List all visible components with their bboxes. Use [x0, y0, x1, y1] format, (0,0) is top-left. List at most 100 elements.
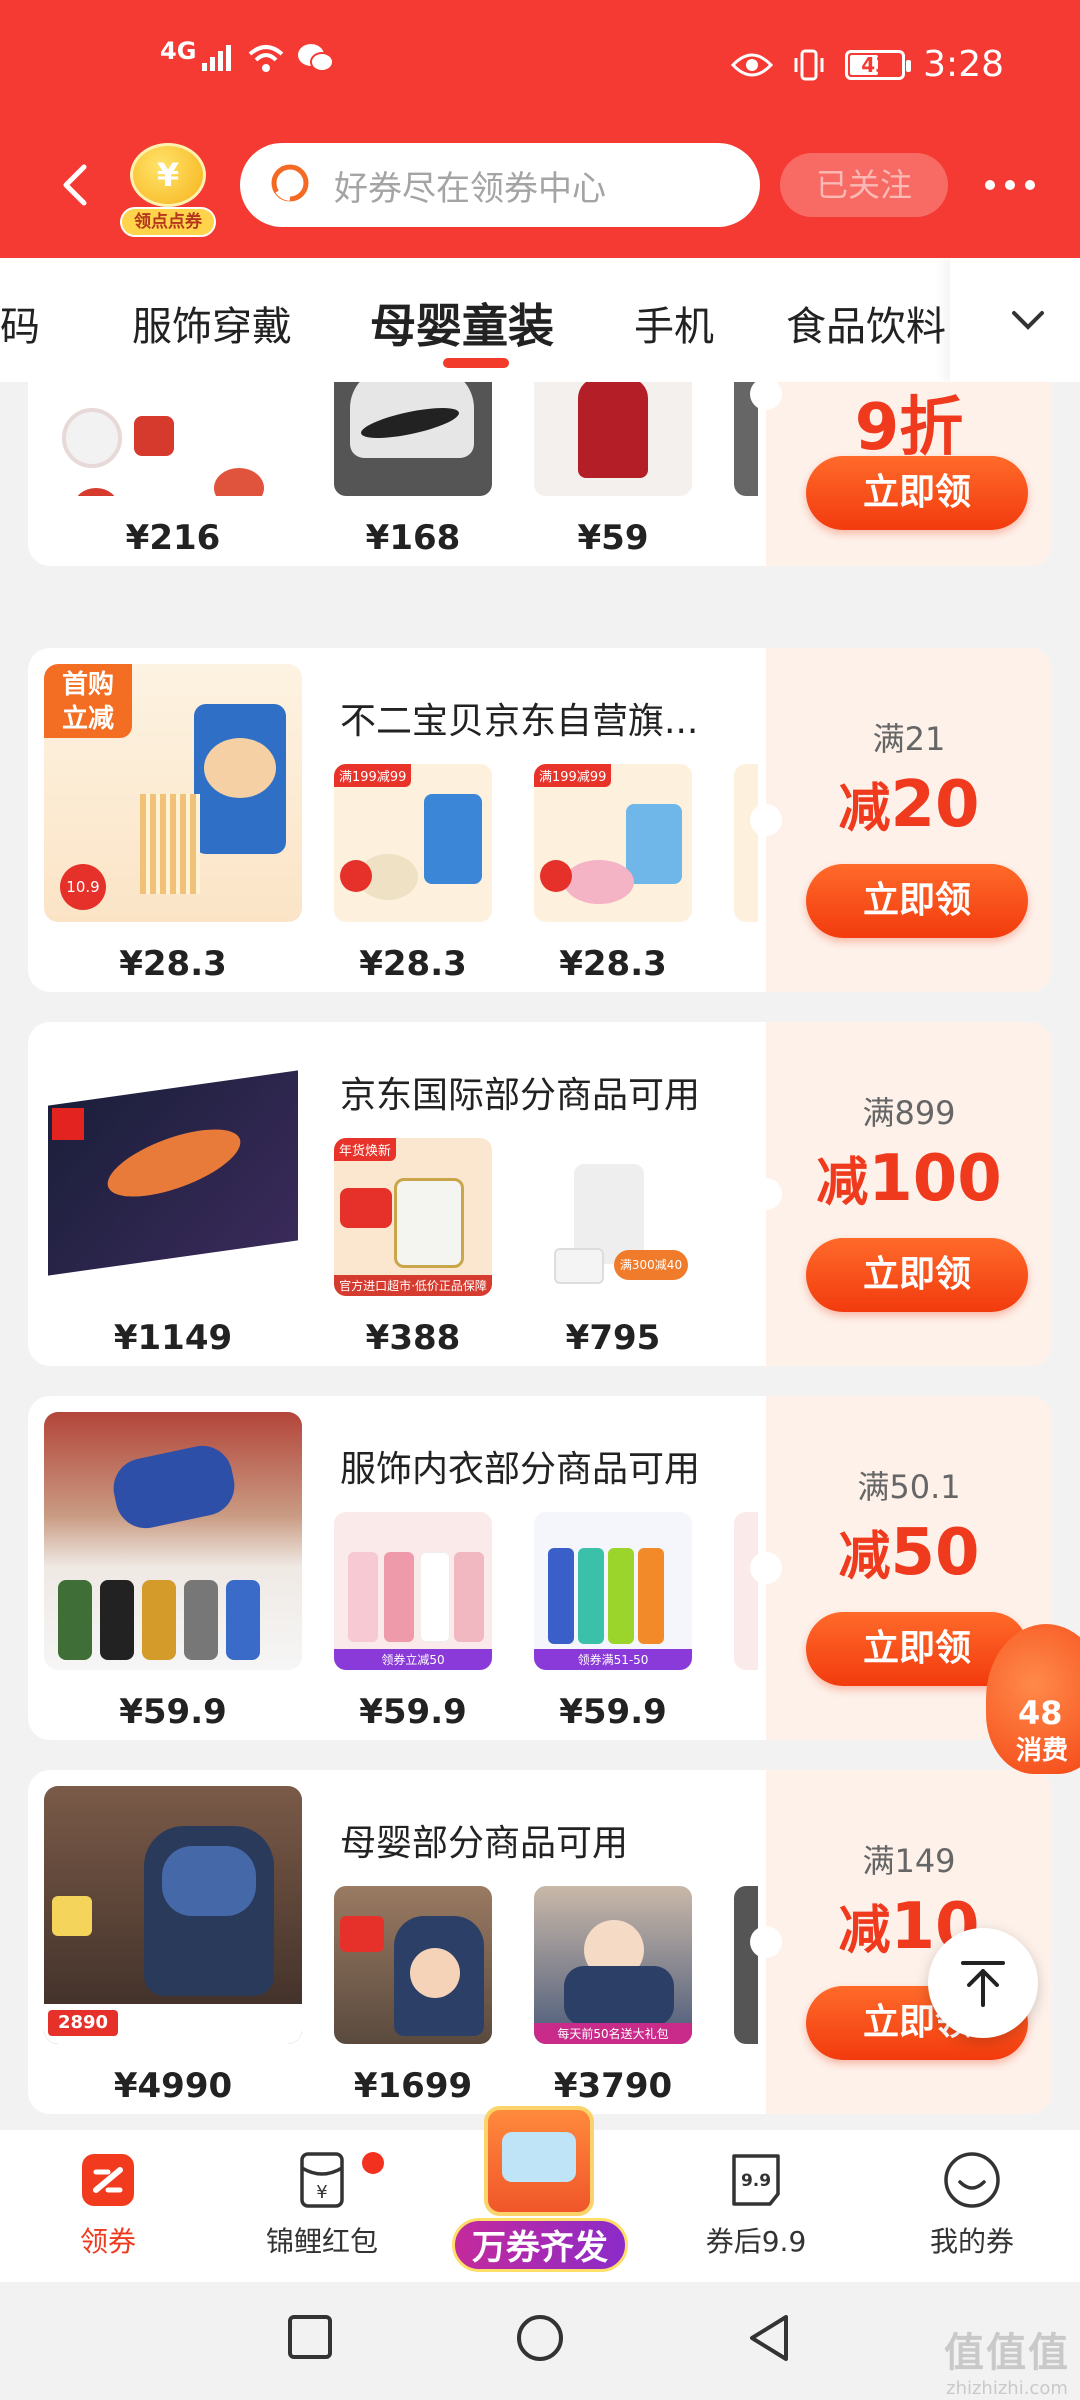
coupon-panel: 满21 减20 立即领: [750, 648, 1052, 992]
coupon-card: ¥216 ¥168 ¥59 9折 立即领: [28, 382, 1052, 566]
category-tabs: 数码 服饰穿戴 母婴童装 手机 食品饮料: [0, 258, 1080, 382]
promo-machine-icon: [484, 2106, 594, 2216]
product-image[interactable]: [334, 1886, 492, 2044]
coupon-tab-icon: [82, 2154, 134, 2206]
product-image: [734, 1512, 758, 1670]
shop-title[interactable]: 母婴部分商品可用: [340, 1814, 628, 1866]
coupon-threshold: 满50.1: [857, 1468, 961, 1506]
smile-icon: [944, 2152, 1000, 2208]
product-price: ¥28.3: [559, 944, 667, 984]
tab-label: 券后9.9: [705, 2225, 807, 2258]
coupon-threshold: 满21: [872, 720, 946, 758]
chevron-down-icon[interactable]: [1006, 298, 1050, 342]
wechat-icon: [298, 44, 335, 72]
product-image: [734, 764, 758, 922]
claim-button[interactable]: 立即领: [806, 1238, 1028, 1312]
product-image[interactable]: [534, 382, 692, 496]
coupon-discount: 减20: [838, 768, 980, 842]
coupon-panel: 满899 减100 立即领: [750, 1022, 1052, 1366]
search-placeholder: 好券尽在领券中心: [334, 168, 606, 209]
product-price: ¥795: [565, 1318, 661, 1358]
product-image[interactable]: [334, 382, 492, 496]
back-nav-icon[interactable]: [744, 2312, 794, 2364]
tab-my-coupons[interactable]: 我的券: [882, 2130, 1062, 2282]
coupon-threshold: 满899: [862, 1094, 956, 1132]
watermark-main: 值值值: [944, 2330, 1070, 2376]
red-packet-amount: 48: [1018, 1694, 1063, 1732]
product-price: ¥59.9: [559, 1692, 667, 1732]
product-image[interactable]: [44, 382, 302, 496]
more-icon[interactable]: [980, 165, 1040, 205]
tab-food-drinks[interactable]: 食品饮料: [786, 294, 946, 352]
product-image[interactable]: 满199减99: [334, 764, 492, 922]
tab-label: 我的券: [929, 2225, 1014, 2258]
product-price: ¥388: [365, 1318, 461, 1358]
product-image[interactable]: 年货焕新 官方进口超市·低价正品保障: [334, 1138, 492, 1296]
jinli-icon-glyph: ¥: [316, 2182, 327, 2203]
product-price: ¥3790: [553, 2066, 673, 2106]
tab-coupons[interactable]: 领券: [18, 2130, 198, 2282]
tag-9-9-icon: 9.9: [732, 2154, 780, 2206]
coupon-card: 京东国际部分商品可用 年货焕新 官方进口超市·低价正品保障 满300减40 ¥1…: [28, 1022, 1052, 1366]
back-to-top-button[interactable]: [928, 1928, 1038, 2038]
tab-lucky-red-packet[interactable]: ¥ 锦鲤红包: [232, 2130, 412, 2282]
product-price: ¥1699: [353, 2066, 473, 2106]
product-price: ¥216: [125, 518, 221, 558]
status-right: 43 3:28: [731, 44, 1004, 85]
product-image[interactable]: [44, 1412, 302, 1670]
product-image[interactable]: 10.9 首购 立减: [44, 664, 302, 922]
product-image[interactable]: 领券立减50: [334, 1512, 492, 1670]
product-image[interactable]: [44, 1038, 302, 1296]
notification-dot: [362, 2152, 384, 2174]
follow-button[interactable]: 已关注: [780, 153, 948, 217]
red-packet-float[interactable]: 48 消费: [980, 1600, 1080, 1774]
vibrate-icon: [794, 49, 824, 80]
active-tab-indicator: [443, 358, 509, 368]
tab-maternal-baby[interactable]: 母婴童装: [370, 290, 554, 356]
claim-button[interactable]: 立即领: [806, 864, 1028, 938]
points-label: 领点点券: [120, 207, 216, 237]
system-nav-bar: [0, 2282, 1080, 2400]
product-price: ¥59: [577, 518, 649, 558]
watermark: 值值值 zhizhizhi.com: [944, 2320, 1070, 2399]
product-price: ¥168: [365, 518, 461, 558]
status-bar: 4G 43 3:28: [0, 0, 1080, 135]
network-type: 4G: [160, 37, 197, 65]
wifi-icon: [249, 45, 284, 72]
product-image[interactable]: 每天前50名送大礼包: [534, 1886, 692, 2044]
status-time: 3:28: [923, 44, 1004, 85]
coupon-card: 服饰内衣部分商品可用 领券立减50 领券满51-50 ¥59.9 ¥59.9 ¥…: [28, 1396, 1052, 1740]
product-image[interactable]: 2890: [44, 1786, 302, 2044]
recents-icon[interactable]: [285, 2312, 335, 2362]
coupon-discount: 减50: [838, 1516, 980, 1590]
search-bar[interactable]: 好券尽在领券中心: [240, 143, 760, 227]
battery-icon: 43: [845, 49, 912, 80]
red-packet-tab-icon: ¥: [300, 2152, 344, 2208]
shop-title[interactable]: 京东国际部分商品可用: [340, 1066, 700, 1118]
product-image: [734, 1886, 758, 2044]
search-icon: [271, 164, 309, 202]
tab-label: 锦鲤红包: [265, 2225, 378, 2258]
tab-label: 领券: [79, 2225, 136, 2258]
first-purchase-badge: 首购 立减: [44, 664, 132, 738]
home-icon[interactable]: [514, 2312, 566, 2364]
quanhou-icon-glyph: 9.9: [741, 2171, 771, 2191]
tab-phones[interactable]: 手机: [634, 294, 714, 352]
product-price: ¥28.3: [359, 944, 467, 984]
tab-apparel[interactable]: 服饰穿戴: [132, 294, 292, 352]
points-coupon-button[interactable]: ¥ 领点点券: [120, 143, 216, 237]
shop-title[interactable]: 不二宝贝京东自营旗...: [340, 692, 698, 744]
tab-after-coupon-9-9[interactable]: 9.9 券后9.9: [666, 2130, 846, 2282]
product-image[interactable]: 领券满51-50: [534, 1512, 692, 1670]
shop-title[interactable]: 服饰内衣部分商品可用: [340, 1440, 700, 1492]
watermark-sub: zhizhizhi.com: [946, 2378, 1068, 2399]
status-left: 4G: [160, 37, 335, 74]
product-price: ¥1149: [113, 1318, 233, 1358]
product-image[interactable]: 满199减99: [534, 764, 692, 922]
tab-coupon-festival[interactable]: 万券齐发: [452, 2106, 628, 2282]
product-image[interactable]: 满300减40: [534, 1138, 692, 1296]
tab-digital[interactable]: 数码: [0, 294, 40, 352]
back-icon[interactable]: [52, 161, 100, 209]
claim-button[interactable]: 立即领: [806, 456, 1028, 530]
coupon-discount: 减100: [816, 1142, 1002, 1216]
